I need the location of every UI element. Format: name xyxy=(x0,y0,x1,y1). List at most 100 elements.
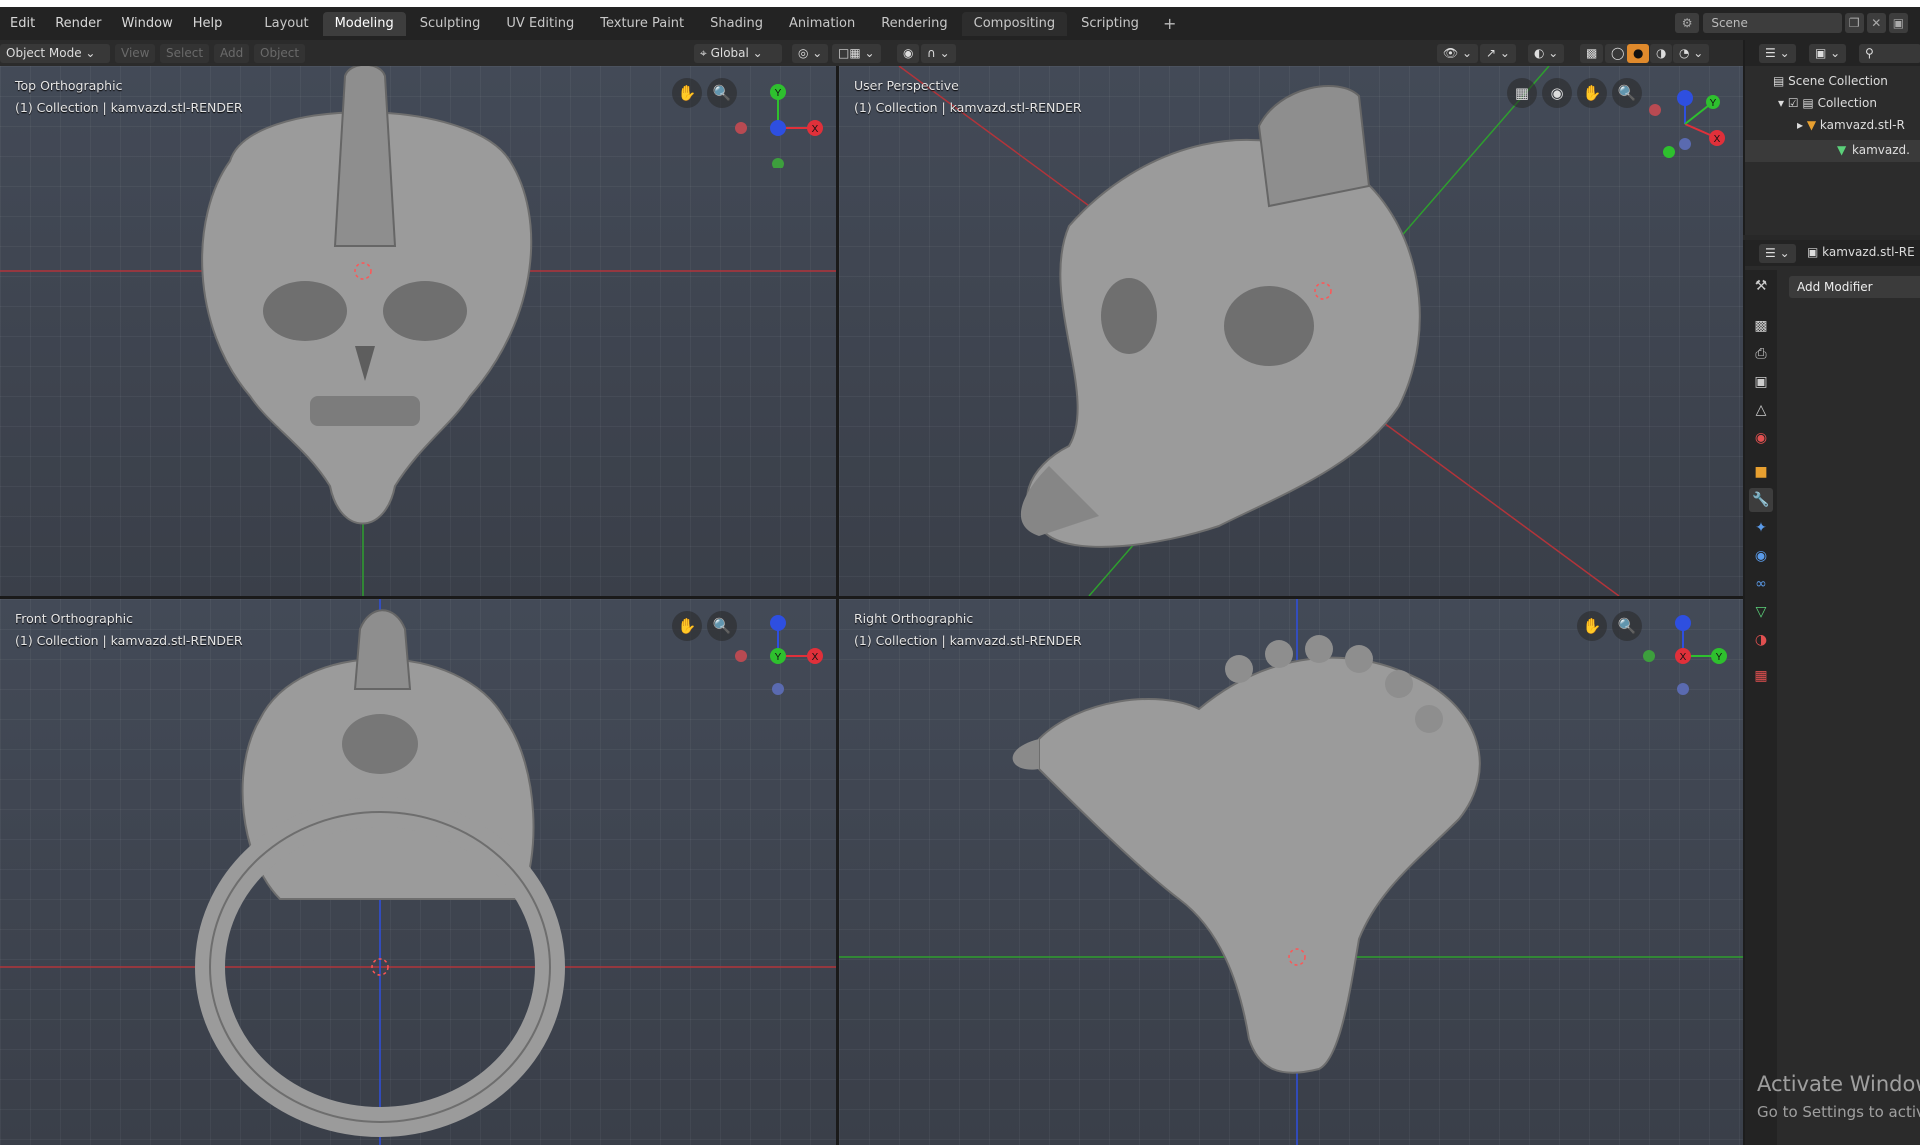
add-workspace-button[interactable]: + xyxy=(1153,14,1186,33)
solid-shading-icon[interactable]: ● xyxy=(1627,44,1650,63)
output-tab-icon[interactable]: ⎙ xyxy=(1749,342,1773,366)
pan-hand-icon[interactable]: ✋ xyxy=(1577,78,1607,108)
add-modifier-button[interactable]: Add Modifier xyxy=(1789,276,1920,298)
camera-icon[interactable]: ◉ xyxy=(1542,78,1572,108)
overlay-icon[interactable]: ◐ ⌄ xyxy=(1528,44,1565,63)
data-tab-icon[interactable]: ▽ xyxy=(1749,600,1773,624)
zoom-icon[interactable]: 🔍 xyxy=(1612,611,1642,641)
tab-layout[interactable]: Layout xyxy=(252,12,320,36)
outliner-mesh-row[interactable]: ▼ kamvazd. xyxy=(1745,140,1920,162)
viewport-title: Front Orthographic xyxy=(15,611,133,626)
properties-object-name: ▣ kamvazd.stl-RE xyxy=(1807,245,1915,259)
menu-help[interactable]: Help xyxy=(183,16,233,31)
tab-uv-editing[interactable]: UV Editing xyxy=(494,12,586,36)
new-scene-icon[interactable]: ❐ xyxy=(1844,13,1864,33)
object-menu[interactable]: Object xyxy=(254,44,306,63)
gizmo-icon[interactable]: ↗ ⌄ xyxy=(1480,44,1516,63)
texture-tab-icon[interactable]: ▦ xyxy=(1749,664,1773,688)
tab-rendering[interactable]: Rendering xyxy=(869,12,959,36)
tab-scripting[interactable]: Scripting xyxy=(1069,12,1151,36)
viewport-subtitle: (1) Collection | kamvazd.stl-RENDER xyxy=(854,633,1082,648)
viewport-subtitle: (1) Collection | kamvazd.stl-RENDER xyxy=(15,100,243,115)
zoom-icon[interactable]: 🔍 xyxy=(1612,78,1642,108)
viewport-subtitle: (1) Collection | kamvazd.stl-RENDER xyxy=(15,633,243,648)
viewport-title: User Perspective xyxy=(854,78,959,93)
tool-tab-icon[interactable]: ⚒ xyxy=(1749,274,1773,298)
outliner-header: ☰ ⌄ ▣ ⌄ ⚲ xyxy=(1745,40,1920,66)
search-icon[interactable]: ⚲ xyxy=(1859,44,1920,63)
skull-ring-top-view[interactable] xyxy=(201,66,533,525)
activate-windows-subtitle: Go to Settings to activ xyxy=(1757,1103,1920,1121)
tab-texture-paint[interactable]: Texture Paint xyxy=(588,12,696,36)
viewport-right-ortho[interactable]: Right Orthographic (1) Collection | kamv… xyxy=(839,599,1743,1145)
proportional-edit-icon[interactable]: ◉ xyxy=(897,44,920,63)
tab-shading[interactable]: Shading xyxy=(698,12,775,36)
physics-tab-icon[interactable]: ◉ xyxy=(1749,544,1773,568)
pivot-icon[interactable]: ◎ ⌄ xyxy=(792,44,829,63)
properties-editor-icon[interactable]: ☰ ⌄ xyxy=(1759,244,1796,263)
properties-header: ☰ ⌄ ▣ kamvazd.stl-RE xyxy=(1745,240,1920,266)
orientation-dropdown[interactable]: ⌖ Global ⌄ xyxy=(694,44,782,63)
xray-icon[interactable]: ▩ xyxy=(1580,44,1604,63)
object-tab-icon[interactable]: ■ xyxy=(1749,460,1773,484)
add-menu[interactable]: Add xyxy=(214,44,250,63)
visibility-icon[interactable]: 👁 ⌄ xyxy=(1437,44,1479,63)
display-mode-icon[interactable]: ▣ ⌄ xyxy=(1809,44,1847,63)
view-layer-tab-icon[interactable]: ▣ xyxy=(1749,370,1773,394)
outliner-scene-collection[interactable]: ▤ Scene Collection xyxy=(1773,74,1888,88)
top-white-strip xyxy=(0,0,1920,7)
particles-tab-icon[interactable]: ✦ xyxy=(1749,516,1773,540)
tab-compositing[interactable]: Compositing xyxy=(961,11,1068,36)
world-tab-icon[interactable]: ◉ xyxy=(1749,426,1773,450)
view-menu[interactable]: View xyxy=(115,44,156,63)
properties-panel: ☰ ⌄ ▣ kamvazd.stl-RE ⚒ ▩ ⎙ ▣ △ ◉ ■ 🔧 ✦ ◉… xyxy=(1743,240,1920,1145)
pan-hand-icon[interactable]: ✋ xyxy=(672,78,702,108)
material-tab-icon[interactable]: ◑ xyxy=(1749,628,1773,652)
svg-text:Y: Y xyxy=(775,652,782,663)
outliner-panel: ☰ ⌄ ▣ ⌄ ⚲ ▤ Scene Collection ▾ ☑ ▤ Colle… xyxy=(1743,40,1920,235)
modifier-tab-icon[interactable]: 🔧 xyxy=(1749,488,1773,512)
pan-hand-icon[interactable]: ✋ xyxy=(1577,611,1607,641)
svg-text:X: X xyxy=(812,652,819,663)
activate-windows-title: Activate Windows xyxy=(1757,1072,1920,1096)
scene-icon[interactable]: ⚙ xyxy=(1675,13,1700,33)
menu-render[interactable]: Render xyxy=(45,16,111,31)
rendered-shading-icon[interactable]: ◔ ⌄ xyxy=(1673,44,1710,63)
scene-name-field[interactable]: Scene xyxy=(1703,13,1842,33)
snap-icon[interactable]: □▦ ⌄ xyxy=(832,44,881,63)
scene-tab-icon[interactable]: △ xyxy=(1749,398,1773,422)
properties-tab-bar: ⚒ ▩ ⎙ ▣ △ ◉ ■ 🔧 ✦ ◉ ∞ ▽ ◑ ▦ xyxy=(1745,270,1777,1145)
falloff-icon[interactable]: ∩ ⌄ xyxy=(921,44,956,63)
navigation-gizmo[interactable]: X Y xyxy=(725,609,835,699)
menu-edit[interactable]: Edit xyxy=(0,16,45,31)
pan-hand-icon[interactable]: ✋ xyxy=(672,611,702,641)
mode-dropdown[interactable]: Object Mode ⌄ xyxy=(0,44,110,63)
constraints-tab-icon[interactable]: ∞ xyxy=(1749,572,1773,596)
svg-text:X: X xyxy=(812,124,819,135)
navigation-gizmo[interactable]: Y X xyxy=(725,78,835,168)
skull-ring-perspective-view[interactable] xyxy=(1020,85,1421,548)
menu-window[interactable]: Window xyxy=(111,16,182,31)
render-tab-icon[interactable]: ▩ xyxy=(1749,314,1773,338)
scene-selector: ⚙ Scene ❐ ✕ ▣ xyxy=(1672,12,1908,34)
material-shading-icon[interactable]: ◑ xyxy=(1650,44,1673,63)
navigation-gizmo[interactable]: Y X xyxy=(1639,609,1739,699)
menu-bar: Edit Render Window Help Layout Modeling … xyxy=(0,7,1920,40)
viewport-front-ortho[interactable]: Front Orthographic (1) Collection | kamv… xyxy=(0,599,836,1145)
outliner-collection[interactable]: ▾ ☑ ▤ Collection xyxy=(1778,96,1877,110)
skull-ring-right-view[interactable] xyxy=(1012,635,1481,1074)
viewport-top-scene xyxy=(0,66,836,596)
outliner-object[interactable]: ▸ ▼ kamvazd.stl-R xyxy=(1797,118,1905,132)
toggle-camera-view-icon[interactable]: ▦ xyxy=(1507,78,1537,108)
viewport-title: Right Orthographic xyxy=(854,611,974,626)
tab-sculpting[interactable]: Sculpting xyxy=(408,12,493,36)
tab-animation[interactable]: Animation xyxy=(777,12,867,36)
editor-type-icon[interactable]: ☰ ⌄ xyxy=(1759,44,1796,63)
viewport-top-ortho[interactable]: Top Orthographic (1) Collection | kamvaz… xyxy=(0,66,836,596)
select-menu[interactable]: Select xyxy=(160,44,210,63)
viewport-user-perspective[interactable]: User Perspective (1) Collection | kamvaz… xyxy=(839,66,1743,596)
delete-scene-icon[interactable]: ✕ xyxy=(1866,13,1886,33)
view-layer-icon[interactable]: ▣ xyxy=(1888,13,1908,33)
tab-modeling[interactable]: Modeling xyxy=(322,11,406,36)
navigation-gizmo[interactable]: Y X xyxy=(1645,84,1735,174)
